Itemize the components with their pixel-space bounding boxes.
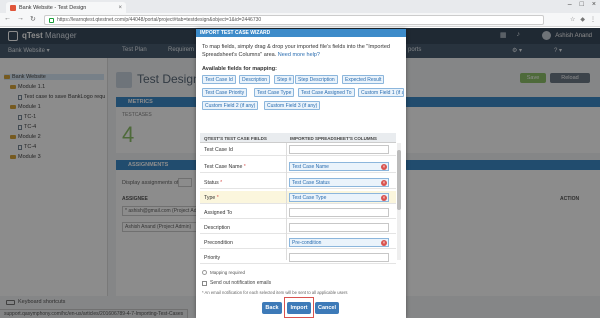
star-icon[interactable]: ☆ (570, 16, 575, 23)
required-mark: * (220, 180, 223, 186)
browser-tab-title: Bank Website - Test Design (19, 4, 87, 11)
lock-icon (49, 17, 54, 23)
back-arrow-icon[interactable]: ← (4, 15, 11, 23)
notification-checkbox[interactable] (202, 280, 207, 286)
field-chip[interactable]: Test Case Id (202, 75, 236, 84)
mapping-field-label: Assigned To (204, 210, 233, 216)
mapping-drop-slot[interactable]: Pre-condition × (289, 238, 389, 247)
legend-dot-icon (202, 270, 207, 275)
field-chip[interactable]: Step # (274, 75, 295, 84)
mapping-drop-slot[interactable] (289, 253, 389, 262)
remove-mapping-icon[interactable]: × (381, 164, 387, 170)
mapping-drop-slot[interactable]: Test Case Name × (289, 162, 389, 171)
mapping-field-name: Test Case Name (204, 164, 243, 170)
column-divider (286, 143, 287, 260)
extension-icon[interactable]: ◆ (580, 16, 585, 23)
required-legend: Mapping required (202, 270, 245, 275)
url-text: https://learnqtest.qtestnet.com/p/44048/… (57, 17, 262, 23)
cancel-button[interactable]: Cancel (315, 302, 339, 314)
field-chip[interactable]: Step Description (295, 75, 338, 84)
qtest-fields-header: QTEST'S TEST CASE FIELDS (204, 136, 267, 141)
minimize-icon[interactable]: – (568, 1, 572, 8)
mapping-field-label: Priority (204, 255, 221, 261)
remove-mapping-icon[interactable]: × (381, 180, 387, 186)
required-legend-label: Mapping required (210, 270, 246, 275)
browser-tab-strip: Bank Website - Test Design × – □ × (0, 0, 600, 13)
help-link[interactable]: Need more help? (278, 52, 320, 58)
browser-tab[interactable]: Bank Website - Test Design × (6, 2, 126, 13)
mapping-drop-slot[interactable] (289, 223, 389, 232)
import-highlight-outline (284, 297, 314, 318)
field-chip[interactable]: Custom Field 3 (if any) (264, 101, 321, 110)
mapped-column: Test Case Name (292, 164, 329, 170)
mapping-scroll-thumb[interactable] (397, 150, 401, 210)
reload-icon[interactable]: ↻ (30, 15, 36, 23)
menu-icon[interactable]: ⋮ (590, 16, 596, 23)
notification-option[interactable]: Send out notification emails (202, 280, 271, 286)
mapping-field-name: Status (204, 180, 219, 186)
close-tab-icon[interactable]: × (118, 5, 122, 11)
mapping-field-label: Status * (204, 180, 222, 186)
field-chip[interactable]: Expected Result (342, 75, 385, 84)
notification-note: * An email notification for each selecte… (202, 290, 348, 295)
modal-title: IMPORT TEST CASE WIZARD (196, 29, 406, 37)
mapped-column: Test Case Type (292, 195, 327, 201)
window-controls: – □ × (568, 1, 596, 8)
mapping-field-label: Test Case Id (204, 147, 233, 153)
mapping-field-label: Description (204, 225, 230, 231)
mapping-field-label: Test Case Name * (204, 164, 246, 170)
favicon-icon (10, 4, 16, 11)
imported-columns-header: IMPORTED SPREADSHEET'S COLUMNS (290, 136, 377, 141)
mapping-field-name: Type (204, 195, 216, 201)
address-bar-row: ← → ↻ https://learnqtest.qtestnet.com/p/… (0, 13, 600, 27)
close-window-icon[interactable]: × (592, 1, 596, 8)
remove-mapping-icon[interactable]: × (381, 240, 387, 246)
notification-label: Send out notification emails (210, 280, 272, 286)
available-fields-label: Available fields for mapping: (202, 66, 277, 72)
forward-arrow-icon[interactable]: → (17, 15, 24, 23)
field-chip[interactable]: Test Case Type (254, 88, 295, 97)
address-bar[interactable]: https://learnqtest.qtestnet.com/p/44048/… (44, 15, 544, 25)
browser-nav-buttons: ← → ↻ (4, 15, 36, 23)
field-chip[interactable]: Test Case Priority (202, 88, 248, 97)
field-chip[interactable]: Description (239, 75, 271, 84)
mapping-drop-slot[interactable] (289, 145, 389, 154)
remove-mapping-icon[interactable]: × (381, 195, 387, 201)
modal-intro: To map fields, simply drag & drop your i… (202, 44, 402, 59)
mapped-column: Test Case Status (292, 180, 330, 186)
mapping-field-label: Precondition (204, 240, 233, 246)
mapping-drop-slot[interactable]: Test Case Type × (289, 193, 389, 202)
back-button[interactable]: Back (262, 302, 282, 314)
browser-toolbar-icons: ☆ ◆ ⋮ (570, 16, 596, 23)
required-mark: * (216, 195, 219, 201)
maximize-icon[interactable]: □ (580, 1, 584, 8)
mapping-drop-slot[interactable]: Test Case Status × (289, 178, 389, 187)
mapping-field-label: Type * (204, 195, 219, 201)
mapping-drop-slot[interactable] (289, 208, 389, 217)
field-chip[interactable]: Custom Field 2 (if any) (202, 101, 259, 110)
required-mark: * (243, 164, 246, 170)
field-chip[interactable]: Custom Field 1 (if any) (358, 88, 404, 97)
field-chip[interactable]: Test Case Assigned To (298, 88, 355, 97)
mapped-column: Pre-condition (292, 240, 322, 246)
